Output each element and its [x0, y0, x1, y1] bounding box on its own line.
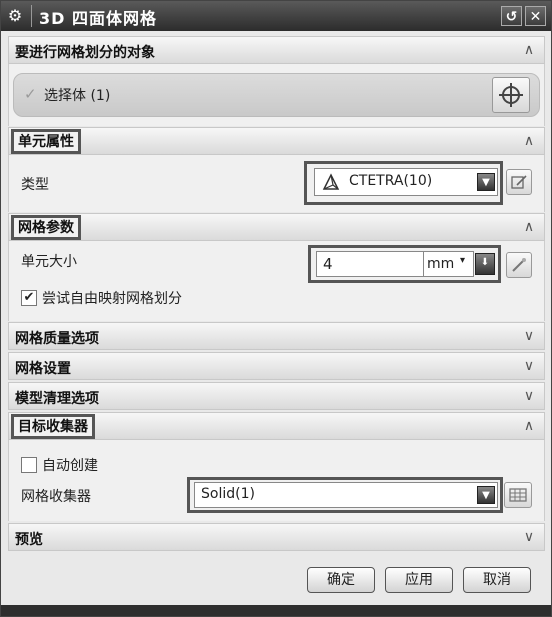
wand-icon — [512, 258, 526, 272]
element-type-select[interactable]: CTETRA(10) ▼ — [314, 168, 498, 196]
element-size-label: 单元大小 — [21, 254, 77, 270]
edit-icon — [511, 175, 527, 189]
section-objects-header[interactable]: 要进行网格划分的对象 ∧ — [8, 36, 545, 64]
unit-select[interactable]: mm ▾ — [424, 251, 474, 277]
checkmark-icon: ✓ — [24, 85, 37, 103]
section-mesh-quality-header[interactable]: 网格质量选项 ∨ — [8, 322, 545, 350]
section-objects-title: 要进行网格划分的对象 — [15, 45, 155, 61]
section-mesh-quality-title: 网格质量选项 — [15, 331, 99, 347]
element-type-edit-button[interactable] — [506, 169, 532, 195]
section-mesh-settings-title: 网格设置 — [15, 361, 71, 377]
tetra-icon — [322, 173, 340, 190]
element-type-label: 类型 — [21, 177, 49, 193]
tetra-mesh-dialog: ⚙ 3D 四面体网格 ↺ ✕ 要进行网格划分的对象 ∧ ✓ 选择体 (1) 单元… — [0, 0, 552, 617]
unit-dropdown-icon[interactable]: ▾ — [460, 255, 465, 266]
element-size-pick-button[interactable] — [506, 252, 532, 278]
unit-value: mm — [427, 256, 455, 272]
chevron-up-icon[interactable]: ∧ — [520, 417, 538, 435]
chevron-down-icon[interactable]: ∨ — [520, 327, 538, 345]
section-target-collector-title: 目标收集器 — [11, 414, 95, 439]
gear-icon[interactable]: ⚙ — [5, 6, 25, 26]
down-arrow-icon[interactable]: ⬇ — [475, 253, 495, 275]
section-preview-header[interactable]: 预览 ∨ — [8, 523, 545, 551]
section-model-cleanup-header[interactable]: 模型清理选项 ∨ — [8, 382, 545, 410]
section-mesh-params-title: 网格参数 — [11, 215, 81, 240]
crosshair-icon — [499, 83, 523, 107]
apply-button[interactable]: 应用 — [385, 567, 453, 593]
element-size-value: 4 — [323, 255, 333, 273]
try-free-map-checkbox[interactable]: ✔ — [21, 290, 37, 306]
chevron-down-icon[interactable]: ▼ — [477, 486, 495, 504]
chevron-down-icon[interactable]: ▼ — [477, 173, 495, 191]
mesh-collector-label: 网格收集器 — [21, 489, 91, 505]
auto-create-label: 自动创建 — [42, 458, 98, 474]
mesh-collector-new-button[interactable] — [504, 482, 532, 508]
try-free-map-label: 尝试自由映射网格划分 — [42, 291, 182, 307]
ok-button[interactable]: 确定 — [307, 567, 375, 593]
cancel-button[interactable]: 取消 — [463, 567, 531, 593]
section-target-collector-header[interactable]: 目标收集器 ∧ — [8, 412, 545, 440]
element-size-input[interactable]: 4 — [316, 251, 424, 277]
chevron-down-icon[interactable]: ∨ — [520, 387, 538, 405]
crosshair-select-button[interactable] — [492, 77, 530, 113]
section-element-props-title: 单元属性 — [11, 129, 81, 154]
window-bottom-bar — [1, 605, 551, 616]
section-element-props-header[interactable]: 单元属性 ∧ — [8, 127, 545, 155]
window-title: 3D 四面体网格 — [39, 9, 157, 28]
section-model-cleanup-title: 模型清理选项 — [15, 391, 99, 407]
chevron-down-icon[interactable]: ∨ — [520, 357, 538, 375]
auto-create-checkbox[interactable] — [21, 457, 37, 473]
element-type-value: CTETRA(10) — [349, 173, 433, 189]
chevron-up-icon[interactable]: ∧ — [520, 132, 538, 150]
mesh-collector-select[interactable]: Solid(1) ▼ — [194, 482, 498, 508]
chevron-down-icon[interactable]: ∨ — [520, 528, 538, 546]
close-icon[interactable]: ✕ — [525, 6, 546, 26]
reset-icon[interactable]: ↺ — [501, 6, 522, 26]
section-preview-title: 预览 — [15, 532, 43, 548]
select-body-label: 选择体 (1) — [44, 88, 111, 104]
mesh-collector-value: Solid(1) — [201, 486, 255, 502]
title-bar: ⚙ 3D 四面体网格 ↺ ✕ — [1, 1, 551, 31]
title-separator — [31, 5, 32, 27]
section-mesh-params-header[interactable]: 网格参数 ∧ — [8, 213, 545, 241]
chevron-up-icon[interactable]: ∧ — [520, 218, 538, 236]
select-body-row[interactable]: ✓ 选择体 (1) — [13, 73, 540, 117]
section-mesh-settings-header[interactable]: 网格设置 ∨ — [8, 352, 545, 380]
grid-icon — [509, 488, 527, 502]
chevron-up-icon[interactable]: ∧ — [520, 41, 538, 59]
